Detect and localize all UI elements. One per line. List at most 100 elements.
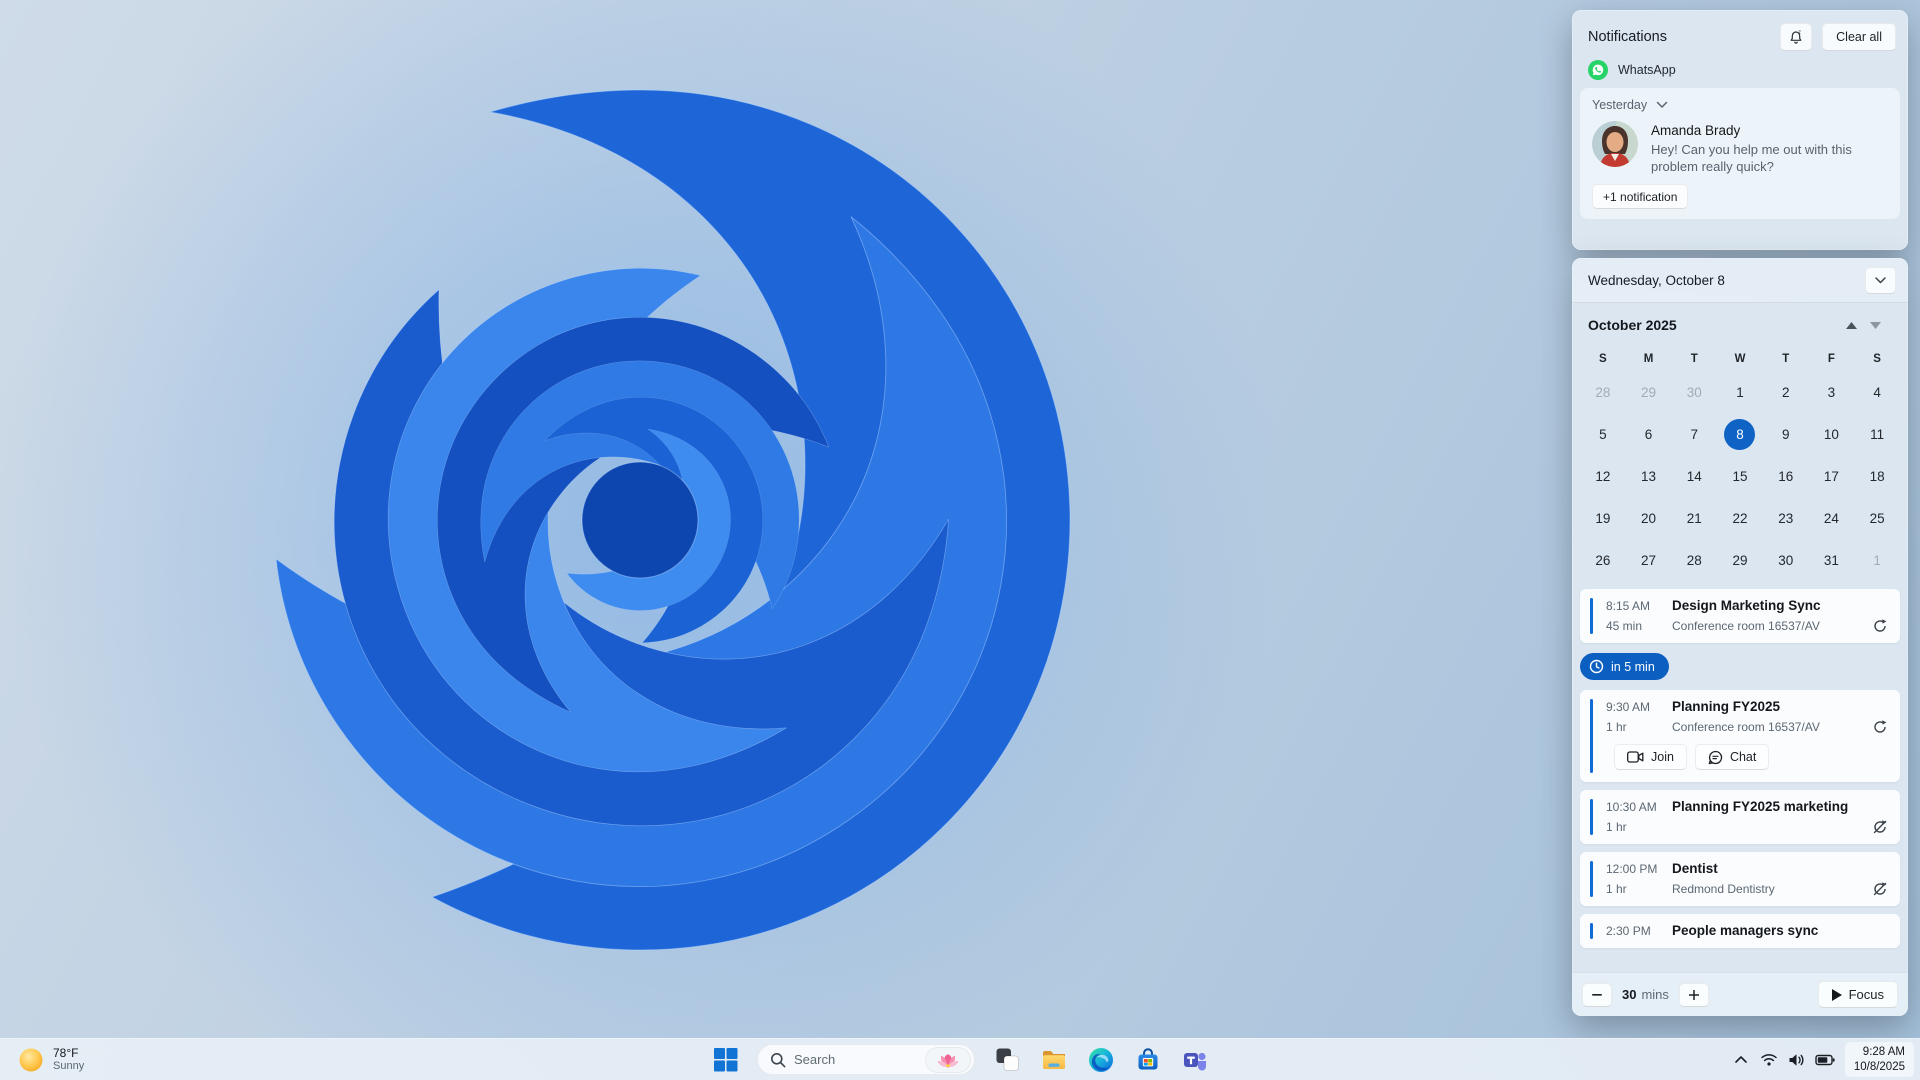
event-time: 9:30 AM [1606, 700, 1651, 714]
more-notifications-button[interactable]: +1 notification [1592, 184, 1689, 209]
do-not-disturb-button[interactable]: z [1780, 23, 1813, 51]
battery-button[interactable] [1812, 1046, 1838, 1074]
recurring-icon [1872, 618, 1888, 634]
search-icon [770, 1052, 786, 1068]
calendar-day[interactable]: 7 [1671, 413, 1717, 455]
search-box[interactable] [757, 1044, 975, 1075]
notifications-header: Notifications z Clear all [1572, 10, 1908, 57]
event-duration: 1 hr [1606, 720, 1627, 734]
calendar-day[interactable]: 21 [1671, 497, 1717, 539]
calendar-collapse-button[interactable] [1865, 266, 1896, 294]
calendar-day[interactable]: 22 [1717, 497, 1763, 539]
recurring-icon [1872, 719, 1888, 735]
bell-snooze-icon: z [1788, 29, 1804, 45]
chevron-up-icon [1734, 1055, 1748, 1064]
calendar-day[interactable]: 1 [1717, 371, 1763, 413]
event-title: People managers sync [1672, 923, 1819, 938]
avatar [1592, 121, 1638, 167]
calendar-day[interactable]: 19 [1580, 497, 1626, 539]
calendar-day[interactable]: 4 [1854, 371, 1900, 413]
weather-widget[interactable]: 78°F Sunny [10, 1039, 92, 1080]
focus-button[interactable]: Focus [1817, 981, 1898, 1008]
day-header: M [1643, 353, 1654, 365]
calendar-day[interactable]: 27 [1626, 539, 1672, 581]
triangle-down-icon [1869, 321, 1881, 329]
notification-group-card[interactable]: Yesterday Amanda Brady Hey! Can you help… [1580, 88, 1900, 219]
teams-button[interactable] [1180, 1045, 1210, 1075]
calendar-day[interactable]: 26 [1580, 539, 1626, 581]
calendar-day[interactable]: 17 [1809, 455, 1855, 497]
chat-button[interactable]: Chat [1694, 744, 1770, 770]
notification-message[interactable]: Amanda Brady Hey! Can you help me out wi… [1592, 121, 1888, 175]
calendar-day[interactable]: 15 [1717, 455, 1763, 497]
notification-time-group[interactable]: Yesterday [1592, 98, 1888, 112]
event-accent-bar [1590, 923, 1593, 939]
lotus-flower-icon [936, 1052, 960, 1068]
event-title: Design Marketing Sync [1672, 598, 1821, 613]
calendar-day[interactable]: 5 [1580, 413, 1626, 455]
task-view-button[interactable] [992, 1045, 1022, 1075]
triangle-up-icon [1845, 321, 1857, 329]
calendar-day[interactable]: 9 [1763, 413, 1809, 455]
calendar-day[interactable]: 16 [1763, 455, 1809, 497]
hidden-icons-button[interactable] [1728, 1046, 1754, 1074]
calendar-day[interactable]: 1 [1854, 539, 1900, 581]
event-location: Redmond Dentistry [1672, 882, 1775, 896]
join-button-label: Join [1651, 750, 1674, 764]
calendar-day[interactable]: 30 [1763, 539, 1809, 581]
calendar-day[interactable]: 3 [1809, 371, 1855, 413]
microsoft-store-button[interactable] [1133, 1045, 1163, 1075]
event-card[interactable]: 8:15 AM Design Marketing Sync 45 min Con… [1580, 589, 1900, 643]
increase-duration-button[interactable] [1678, 982, 1709, 1007]
join-meeting-button[interactable]: Join [1614, 744, 1687, 770]
focus-duration-unit: mins [1641, 987, 1669, 1002]
decrease-duration-button[interactable] [1582, 982, 1612, 1007]
day-header: T [1690, 353, 1698, 365]
calendar-day[interactable]: 24 [1809, 497, 1855, 539]
calendar-next-month-button[interactable] [1863, 313, 1887, 337]
calendar-day[interactable]: 10 [1809, 413, 1855, 455]
reminder-badge-label: in 5 min [1611, 659, 1655, 674]
clock-widget[interactable]: 9:28 AM 10/8/2025 [1844, 1042, 1914, 1077]
calendar-day[interactable]: 29 [1626, 371, 1672, 413]
volume-button[interactable] [1784, 1046, 1810, 1074]
notification-sender: Amanda Brady [1651, 123, 1741, 138]
calendar-day[interactable]: 30 [1671, 371, 1717, 413]
calendar-day[interactable]: 28 [1671, 539, 1717, 581]
wifi-icon [1760, 1053, 1778, 1067]
calendar-day[interactable]: 13 [1626, 455, 1672, 497]
event-card[interactable]: 2:30 PM People managers sync [1580, 914, 1900, 948]
notification-app-group-header[interactable]: WhatsApp [1572, 57, 1908, 88]
calendar-day[interactable]: 2 [1763, 371, 1809, 413]
notifications-panel: Notifications z Clear all WhatsApp Yeste… [1572, 10, 1908, 250]
video-camera-icon [1627, 751, 1644, 763]
calendar-day[interactable]: 8 [1717, 413, 1763, 455]
edge-browser-button[interactable] [1086, 1045, 1116, 1075]
event-card[interactable]: 9:30 AM Planning FY2025 1 hr Conference … [1580, 690, 1900, 782]
file-explorer-button[interactable] [1039, 1045, 1069, 1075]
calendar-day[interactable]: 6 [1626, 413, 1672, 455]
calendar-day[interactable]: 20 [1626, 497, 1672, 539]
notification-app-name: WhatsApp [1618, 63, 1676, 77]
calendar-day[interactable]: 18 [1854, 455, 1900, 497]
chat-bubble-icon [1708, 750, 1723, 765]
calendar-day[interactable]: 12 [1580, 455, 1626, 497]
clear-all-button[interactable]: Clear all [1822, 23, 1896, 51]
svg-text:z: z [1798, 30, 1801, 36]
calendar-day[interactable]: 11 [1854, 413, 1900, 455]
calendar-day[interactable]: 28 [1580, 371, 1626, 413]
calendar-day[interactable]: 14 [1671, 455, 1717, 497]
event-card[interactable]: 10:30 AM Planning FY2025 marketing 1 hr [1580, 790, 1900, 844]
event-card[interactable]: 12:00 PM Dentist 1 hr Redmond Dentistry [1580, 852, 1900, 906]
calendar-day[interactable]: 23 [1763, 497, 1809, 539]
start-button[interactable] [710, 1045, 740, 1075]
event-title: Planning FY2025 [1672, 699, 1781, 714]
calendar-prev-month-button[interactable] [1839, 313, 1863, 337]
calendar-day[interactable]: 29 [1717, 539, 1763, 581]
calendar-day[interactable]: 31 [1809, 539, 1855, 581]
wifi-button[interactable] [1756, 1046, 1782, 1074]
calendar-day[interactable]: 25 [1854, 497, 1900, 539]
event-duration: 45 min [1606, 619, 1643, 633]
search-highlight[interactable] [925, 1046, 971, 1073]
search-input[interactable] [794, 1052, 917, 1067]
